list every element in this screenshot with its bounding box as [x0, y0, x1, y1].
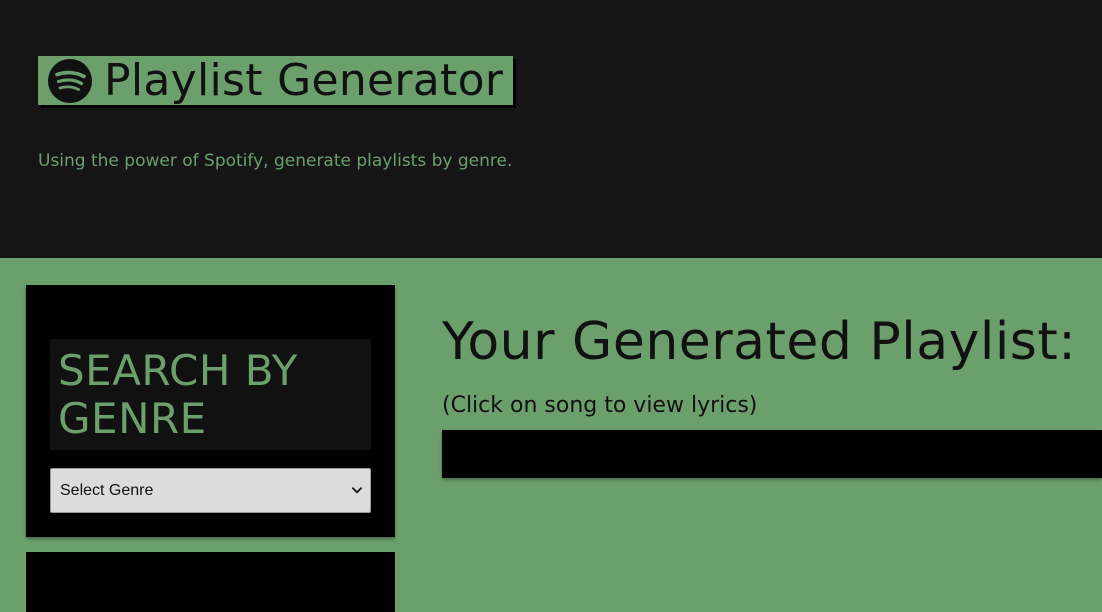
subtitle: Using the power of Spotify, generate pla… [38, 151, 513, 171]
secondary-card [26, 552, 395, 612]
site-header: Playlist Generator Using the power of Sp… [0, 0, 1102, 258]
playlist-hint: (Click on song to view lyrics) [442, 393, 758, 418]
playlist-title: Your Generated Playlist: [442, 312, 1077, 372]
genre-heading-box: SEARCH BY GENRE [50, 339, 371, 450]
page-title: Playlist Generator [38, 55, 514, 106]
genre-search-card: SEARCH BY GENRE Select Genre [26, 285, 395, 537]
playlist-container[interactable] [442, 430, 1102, 478]
title-text: Playlist Generator [104, 55, 504, 106]
spotify-icon [48, 58, 92, 103]
chevron-down-icon [352, 487, 362, 494]
genre-select[interactable]: Select Genre [50, 468, 371, 513]
genre-select-value: Select Genre [60, 481, 154, 499]
genre-heading: SEARCH BY GENRE [58, 346, 298, 443]
